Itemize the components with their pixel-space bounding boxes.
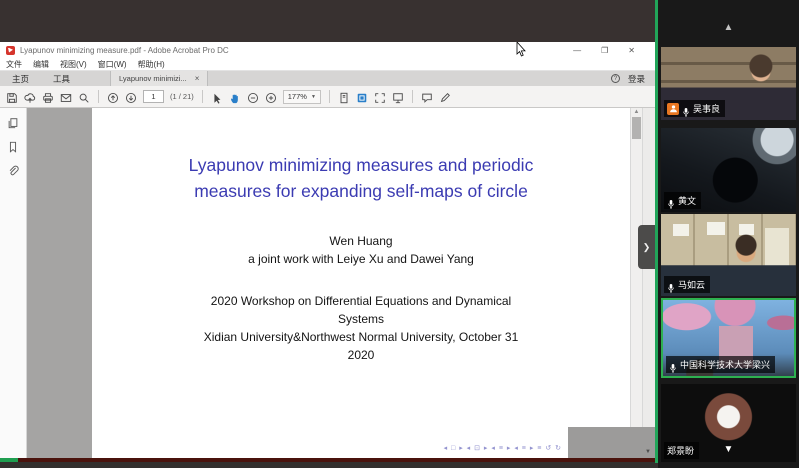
participant-name: 黄文 <box>678 194 696 207</box>
read-mode-icon[interactable] <box>392 91 404 103</box>
participant-video-huangwen[interactable]: 黄文 <box>661 128 796 212</box>
minimize-button[interactable]: — <box>573 46 581 55</box>
select-tool-icon[interactable] <box>211 91 223 103</box>
participant-video-maruyun[interactable]: 马如云 <box>661 214 796 296</box>
participants-scroll-up-icon[interactable]: ▲ <box>658 22 799 33</box>
scrollbar-thumb[interactable] <box>632 117 641 139</box>
window-title: Lyapunov minimizing measure.pdf - Adobe … <box>20 46 229 55</box>
tab-tools[interactable]: 工具 <box>41 73 82 85</box>
participants-scroll-down-icon[interactable]: ▼ <box>658 444 799 455</box>
toolbar-separator <box>202 90 203 103</box>
toolbar-separator <box>98 90 99 103</box>
close-button[interactable]: ✕ <box>628 46 635 55</box>
page-view-icon[interactable] <box>356 91 368 103</box>
slide-title: Lyapunov minimizing measures and periodi… <box>92 152 630 204</box>
page-count-label: (1 / 21) <box>170 92 194 101</box>
scrollbar-down-icon[interactable]: ▼ <box>645 449 651 455</box>
email-icon[interactable] <box>60 91 72 103</box>
toolbar-separator <box>412 90 413 103</box>
toolbar: (1 / 21) 177% ▼ <box>0 86 655 108</box>
slide-joint-work: a joint work with Leiye Xu and Dawei Yan… <box>92 250 630 268</box>
menu-help[interactable]: 帮助(H) <box>138 59 165 70</box>
participants-sidebar: ▲ 吴事良 黄文 <box>658 0 799 468</box>
acrobat-app-icon <box>6 46 15 55</box>
fullscreen-icon[interactable] <box>374 91 386 103</box>
acrobat-titlebar: Lyapunov minimizing measure.pdf - Adobe … <box>0 42 655 58</box>
collapsed-tools-pane <box>642 108 655 458</box>
page-number-input[interactable] <box>143 90 164 103</box>
meeting-screen: Lyapunov minimizing measure.pdf - Adobe … <box>0 0 799 468</box>
page-thumbnails-panel-icon[interactable] <box>7 116 19 128</box>
participant-video-liangxing-active[interactable]: 中国科学技术大学梁兴 <box>661 298 796 378</box>
participant-name: 中国科学技术大学梁兴 <box>680 358 770 371</box>
previous-page-icon[interactable] <box>107 91 119 103</box>
slide-event: 2020 Workshop on Differential Equations … <box>92 292 630 364</box>
next-page-icon[interactable] <box>125 91 137 103</box>
mic-icon <box>682 104 690 114</box>
signin-button[interactable]: 登录 <box>628 73 645 85</box>
document-tab-label: Lyapunov minimizi... <box>119 74 187 83</box>
participant-label: 中国科学技术大学梁兴 <box>666 356 775 373</box>
mic-icon <box>667 196 675 206</box>
menu-window[interactable]: 窗口(W) <box>98 59 127 70</box>
zoom-out-icon[interactable] <box>247 91 259 103</box>
participant-video-wushiliang[interactable]: 吴事良 <box>661 47 796 120</box>
highlight-pencil-icon[interactable] <box>439 91 451 103</box>
mic-icon <box>669 360 677 370</box>
zoom-in-icon[interactable] <box>265 91 277 103</box>
zoom-level-value: 177% <box>288 92 307 101</box>
restore-button[interactable]: ❐ <box>601 46 608 55</box>
navigation-rail <box>0 108 27 458</box>
vertical-scrollbar[interactable]: ▲ <box>630 108 642 458</box>
scroll-mode-icon[interactable] <box>338 91 350 103</box>
tab-bar: 主页 工具 Lyapunov minimizi... × ? 登录 <box>0 71 655 86</box>
slide-author: Wen Huang <box>92 232 630 250</box>
participant-label: 吴事良 <box>664 100 725 117</box>
participant-name: 马如云 <box>678 278 705 291</box>
help-icon[interactable]: ? <box>611 74 620 83</box>
beamer-navigation-symbols[interactable]: ◂ □ ▸ ◂ ⊡ ▸ ◂ ≡ ▸ ◂ ≡ ▸ ≡ ↺ ↻ <box>444 444 562 452</box>
scrollbar-up-icon[interactable]: ▲ <box>631 109 642 115</box>
mouse-cursor <box>516 42 527 58</box>
tab-home[interactable]: 主页 <box>0 73 41 85</box>
slide-event-line1: 2020 Workshop on Differential Equations … <box>92 292 630 310</box>
pdf-page: Lyapunov minimizing measures and periodi… <box>92 108 630 458</box>
tab-document[interactable]: Lyapunov minimizi... × <box>110 71 208 86</box>
bookmarks-panel-icon[interactable] <box>7 140 19 152</box>
menu-edit[interactable]: 编辑 <box>33 59 49 70</box>
slide-authors: Wen Huang a joint work with Leiye Xu and… <box>92 232 630 268</box>
participant-label: 马如云 <box>664 276 710 293</box>
host-badge-icon <box>667 103 679 115</box>
window-controls: — ❐ ✕ <box>573 46 649 55</box>
toolbar-separator <box>329 90 330 103</box>
screen-share-region: Lyapunov minimizing measure.pdf - Adobe … <box>0 0 658 468</box>
tools-pane-toggle-button[interactable]: ❯ <box>638 225 655 269</box>
attachments-panel-icon[interactable] <box>7 164 19 176</box>
print-icon[interactable] <box>42 91 54 103</box>
participant-label: 黄文 <box>664 192 701 209</box>
participant-name: 吴事良 <box>693 102 720 115</box>
menu-bar: 文件 编辑 视图(V) 窗口(W) 帮助(H) <box>0 58 655 71</box>
acrobat-window: Lyapunov minimizing measure.pdf - Adobe … <box>0 42 655 458</box>
menu-file[interactable]: 文件 <box>6 59 22 70</box>
letterbox-bottom <box>0 462 658 468</box>
mic-icon <box>667 280 675 290</box>
slide-event-line2: Systems <box>92 310 630 328</box>
scroll-corner-block: ▼ <box>568 427 655 458</box>
slide-event-line3: Xidian University&Northwest Normal Unive… <box>92 328 630 346</box>
save-icon[interactable] <box>6 91 18 103</box>
menu-view[interactable]: 视图(V) <box>60 59 87 70</box>
slide-title-line1: Lyapunov minimizing measures and periodi… <box>92 152 630 178</box>
hand-tool-icon[interactable] <box>229 91 241 103</box>
tab-close-icon[interactable]: × <box>195 74 200 83</box>
slide-title-line2: measures for expanding self-maps of circ… <box>92 178 630 204</box>
search-icon[interactable] <box>78 91 90 103</box>
document-area: Lyapunov minimizing measures and periodi… <box>0 108 655 458</box>
slide-event-line4: 2020 <box>92 346 630 364</box>
upload-cloud-icon[interactable] <box>24 91 36 103</box>
zoom-level-dropdown[interactable]: 177% ▼ <box>283 90 321 104</box>
comment-icon[interactable] <box>421 91 433 103</box>
chevron-down-icon: ▼ <box>311 94 316 100</box>
